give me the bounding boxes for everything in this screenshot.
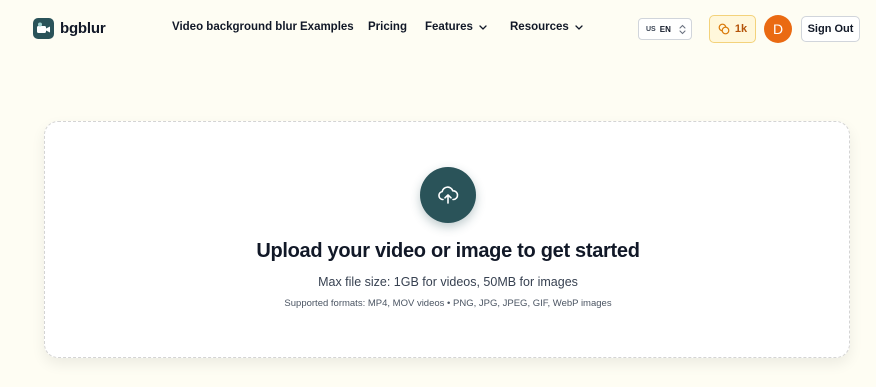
nav-resources[interactable]: Resources xyxy=(510,21,583,33)
header: bgblur Video background blur Examples Pr… xyxy=(0,0,876,58)
sign-out-button[interactable]: Sign Out xyxy=(801,16,860,42)
supported-formats-text: Supported formats: MP4, MOV videos • PNG… xyxy=(284,298,612,309)
logo-icon xyxy=(33,18,54,39)
nav-features-label: Features xyxy=(425,21,473,33)
cloud-upload-icon xyxy=(438,186,459,204)
updown-icon xyxy=(679,24,686,37)
avatar[interactable]: D xyxy=(764,15,792,43)
nav-examples[interactable]: Examples xyxy=(300,21,354,33)
language-code: EN xyxy=(659,24,671,34)
flag-label: US xyxy=(646,25,656,33)
upload-button[interactable] xyxy=(420,167,476,223)
nav-features[interactable]: Features xyxy=(425,21,487,33)
logo[interactable]: bgblur xyxy=(33,18,106,39)
language-select[interactable]: US EN xyxy=(638,18,692,40)
nav-resources-label: Resources xyxy=(510,21,569,33)
chevron-down-icon xyxy=(479,24,487,30)
max-file-size-text: Max file size: 1GB for videos, 50MB for … xyxy=(318,275,578,289)
upload-dropzone[interactable]: Upload your video or image to get starte… xyxy=(44,121,850,358)
credits-badge[interactable]: 1k xyxy=(709,15,756,43)
upload-title: Upload your video or image to get starte… xyxy=(256,240,640,262)
nav-video-background-blur[interactable]: Video background blur xyxy=(172,21,297,33)
brand-name: bgblur xyxy=(60,20,106,37)
credits-count: 1k xyxy=(734,23,748,35)
nav-pricing[interactable]: Pricing xyxy=(368,21,407,33)
chevron-down-icon xyxy=(575,24,583,30)
coins-icon xyxy=(718,23,730,35)
